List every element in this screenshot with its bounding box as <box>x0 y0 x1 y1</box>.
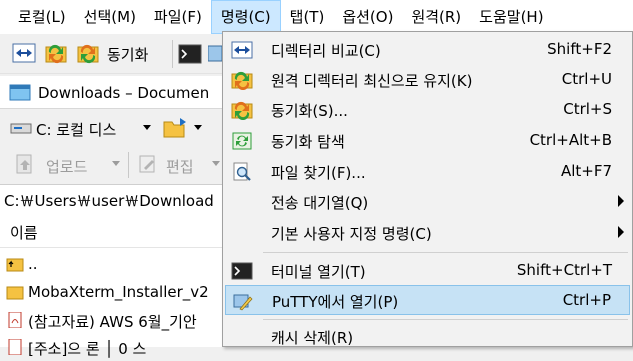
list-item[interactable]: [주소]으 론 │ 0 스 <box>0 335 240 361</box>
drive-selector[interactable]: C: 로컬 디스 <box>36 119 116 140</box>
file-name: [주소]으 론 │ 0 스 <box>28 340 147 358</box>
pdf-file-icon <box>8 312 22 328</box>
menu-item-label: PuTTY에서 열기(P) <box>272 293 399 311</box>
menu-item-label: 기본 사용자 지정 명령(C) <box>271 225 432 243</box>
menu-item-label: 디렉터리 비교(C) <box>271 42 381 60</box>
menu-tabs[interactable]: 탭(T) <box>281 0 334 34</box>
toolbar-separator <box>128 152 129 178</box>
menu-remote[interactable]: 원격(R) <box>402 0 470 34</box>
menu-item-static-custom-commands[interactable]: 기본 사용자 지정 명령(C) <box>225 218 630 248</box>
putty-icon[interactable] <box>208 43 222 65</box>
submenu-arrow-icon <box>618 195 624 207</box>
folder-icon <box>6 286 24 300</box>
file-name: .. <box>28 255 38 273</box>
tab-label[interactable]: Downloads – Documen <box>38 84 209 102</box>
file-name: MobaXterm_Installer_v2 <box>28 283 209 301</box>
column-header-label: 이름 <box>10 224 38 242</box>
synchronize-label[interactable]: 동기화 <box>107 44 148 65</box>
menu-item-shortcut: Ctrl+Alt+B <box>529 131 612 149</box>
menu-item-keep-remote-updated[interactable]: 원격 디렉터리 최신으로 유지(K) Ctrl+U <box>225 65 630 95</box>
list-item[interactable]: MobaXterm_Installer_v2 <box>0 280 240 306</box>
parent-folder-icon <box>6 258 24 272</box>
open-folder-icon[interactable] <box>162 116 188 140</box>
action-row <box>0 148 240 182</box>
menu-local[interactable]: 로컬(L) <box>9 0 75 34</box>
menu-item-clear-caches[interactable]: 캐시 삭제(R) <box>225 322 630 352</box>
drive-icon <box>10 123 32 134</box>
file-name: (참고자료) AWS 6월_기안 <box>28 313 197 331</box>
menu-item-shortcut: Ctrl+P <box>562 291 611 309</box>
menu-item-synchronize[interactable]: 동기화(S)... Ctrl+S <box>225 95 630 125</box>
chevron-down-icon[interactable] <box>142 124 152 132</box>
menu-item-label: 원격 디렉터리 최신으로 유지(K) <box>271 72 473 90</box>
synchronize-icon[interactable] <box>76 42 100 64</box>
sync-browse-icon <box>232 132 252 150</box>
menu-item-open-terminal[interactable]: 터미널 열기(T) Shift+Ctrl+T <box>225 256 630 286</box>
keep-remote-icon[interactable] <box>44 42 68 64</box>
terminal-icon <box>231 262 253 280</box>
menu-item-find-files[interactable]: 파일 찾기(F)... Alt+F7 <box>225 157 630 187</box>
list-item[interactable]: .. <box>0 252 240 278</box>
folder-tab-icon <box>9 84 31 101</box>
pdf-file-icon <box>8 339 22 355</box>
menu-item-shortcut: Alt+F7 <box>560 162 612 180</box>
commands-menu: 디렉터리 비교(C) Shift+F2 원격 디렉터리 최신으로 유지(K) C… <box>222 31 633 347</box>
menu-item-open-in-putty[interactable]: PuTTY에서 열기(P) Ctrl+P <box>225 285 630 315</box>
menu-item-label: 전송 대기열(Q) <box>271 194 369 212</box>
upload-icon[interactable] <box>14 152 36 176</box>
menu-separator <box>263 252 628 253</box>
upload-button[interactable]: 업로드 <box>46 156 87 177</box>
menu-item-label: 파일 찾기(F)... <box>271 164 366 182</box>
terminal-icon[interactable] <box>178 43 202 65</box>
menu-item-shortcut: Shift+F2 <box>547 40 612 58</box>
column-header-name[interactable]: 이름 <box>0 217 240 248</box>
menu-help[interactable]: 도움말(H) <box>470 0 552 34</box>
putty-icon <box>233 294 253 311</box>
keep-remote-icon <box>231 71 253 90</box>
menu-options[interactable]: 옵션(O) <box>333 0 402 34</box>
menu-file[interactable]: 파일(F) <box>145 0 211 34</box>
current-path[interactable]: C:￦Users￦user￦Download <box>4 190 214 211</box>
menu-commands[interactable]: 명령(C) <box>210 0 281 34</box>
list-item[interactable]: (참고자료) AWS 6월_기안 <box>0 308 240 334</box>
synchronize-icon <box>231 101 253 120</box>
menu-item-shortcut: Ctrl+S <box>563 100 612 118</box>
menu-item-shortcut: Shift+Ctrl+T <box>516 261 612 279</box>
chevron-down-icon[interactable] <box>193 124 203 132</box>
find-files-icon <box>233 162 251 181</box>
edit-button[interactable]: 편집 <box>166 156 194 177</box>
compare-dirs-icon[interactable] <box>12 42 36 64</box>
menu-item-label: 캐시 삭제(R) <box>271 329 354 347</box>
menu-item-transfer-queue[interactable]: 전송 대기열(Q) <box>225 187 630 217</box>
submenu-arrow-icon <box>618 226 624 238</box>
chevron-down-icon[interactable] <box>112 161 120 167</box>
menu-item-label: 동기화 탐색 <box>271 133 345 151</box>
menu-item-shortcut: Ctrl+U <box>561 70 612 88</box>
menu-separator <box>263 319 628 320</box>
edit-icon[interactable] <box>138 154 158 174</box>
toolbar-separator <box>172 40 173 68</box>
chevron-down-icon[interactable] <box>212 161 220 167</box>
menu-bar: 로컬(L) 선택(M) 파일(F) 명령(C) 탭(T) 옵션(O) 원격(R)… <box>0 0 633 34</box>
menu-item-label: 동기화(S)... <box>271 102 348 120</box>
menu-item-label: 터미널 열기(T) <box>271 263 366 281</box>
menu-item-synchronized-browsing[interactable]: 동기화 탐색 Ctrl+Alt+B <box>225 126 630 156</box>
compare-icon <box>231 41 253 59</box>
menu-select[interactable]: 선택(M) <box>75 0 145 34</box>
menu-item-compare-directories[interactable]: 디렉터리 비교(C) Shift+F2 <box>225 35 630 65</box>
